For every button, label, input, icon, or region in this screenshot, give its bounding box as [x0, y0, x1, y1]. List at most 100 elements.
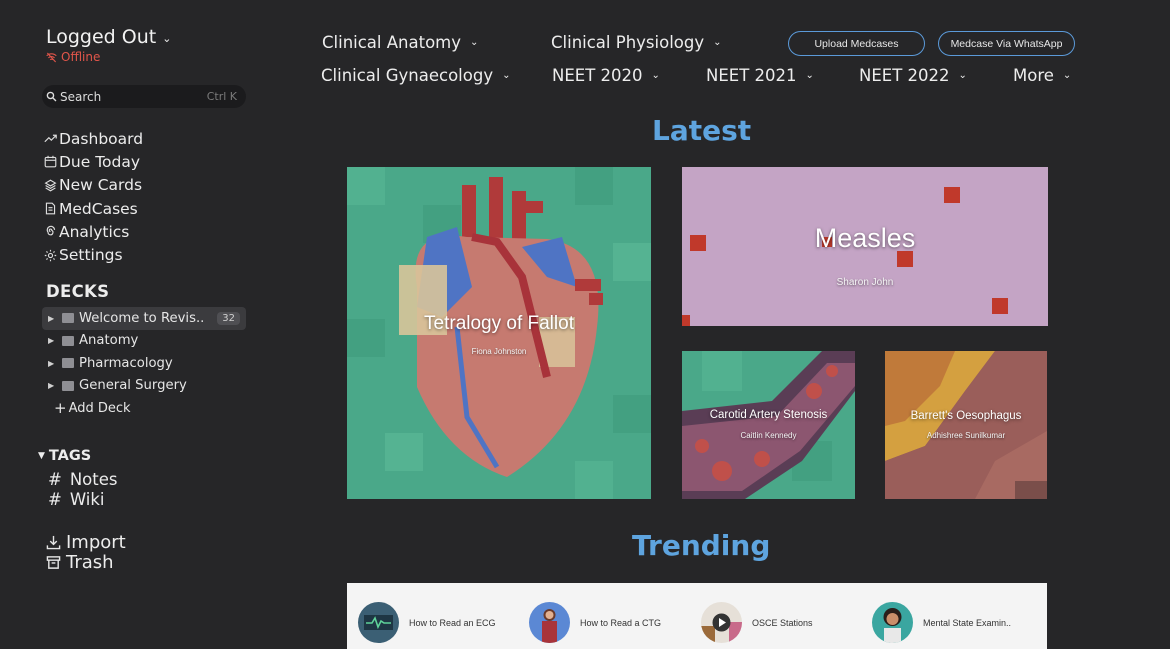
- folder-icon: [62, 380, 74, 391]
- deck-item-general-surgery[interactable]: ▶ General Surgery: [42, 375, 246, 398]
- ecg-icon: [364, 615, 393, 630]
- trending-item-osce[interactable]: OSCE Stations: [701, 602, 813, 643]
- deck-item-anatomy[interactable]: ▶ Anatomy: [42, 330, 246, 353]
- tag-item-notes[interactable]: # Notes: [48, 470, 117, 490]
- menu-clinical-physiology[interactable]: Clinical Physiology ⌄: [551, 33, 722, 52]
- trending-label: How to Read an ECG: [409, 617, 496, 628]
- menu-label: NEET 2021: [706, 66, 797, 85]
- latest-heading: Latest: [652, 114, 752, 147]
- trending-label: How to Read a CTG: [580, 617, 662, 628]
- chevron-down-icon: ⌄: [651, 70, 660, 81]
- tag-label: Notes: [69, 470, 118, 489]
- document-icon: [45, 202, 56, 215]
- chevron-down-icon: ⌄: [502, 70, 511, 81]
- card-author: Sharon John: [836, 277, 894, 288]
- nav-label: Settings: [59, 246, 123, 265]
- deck-item-pharmacology[interactable]: ▶ Pharmacology: [42, 352, 246, 375]
- nav-due-today[interactable]: Due Today: [44, 150, 143, 173]
- expand-triangle-icon[interactable]: ▶: [48, 314, 62, 323]
- card-title: Measles: [814, 223, 916, 253]
- wifi-off-icon: [46, 52, 57, 62]
- oesophagus-illustration: [885, 351, 1047, 499]
- connection-status: Offline: [46, 50, 171, 64]
- medcase-card-barretts[interactable]: Barrett's Oesophagus Adhishree Sunilkuma…: [885, 351, 1047, 499]
- card-author: Adhishree Sunilkumar: [926, 431, 1006, 440]
- deck-count-badge: 32: [217, 311, 240, 325]
- add-deck-button[interactable]: + Add Deck: [42, 397, 246, 419]
- nav-label: MedCases: [59, 199, 138, 218]
- medcase-card-tetralogy[interactable]: Tetralogy of Fallot Fiona Johnston: [347, 167, 651, 499]
- menu-neet-2020[interactable]: NEET 2020 ⌄: [552, 66, 660, 85]
- trending-item-ctg[interactable]: How to Read a CTG: [529, 602, 661, 643]
- gear-icon: [44, 249, 57, 261]
- ecg-avatar: [358, 602, 399, 643]
- nav-label: Due Today: [59, 152, 141, 171]
- nav-medcases[interactable]: MedCases: [44, 197, 143, 220]
- trash-button[interactable]: Trash: [46, 552, 126, 574]
- layers-icon: [44, 179, 57, 192]
- folder-icon: [62, 313, 74, 324]
- sidebar: Logged Out ⌄ Offline Search Ctrl K Dashb…: [0, 0, 262, 649]
- spiral-icon: [46, 226, 56, 236]
- chevron-down-icon: ⌄: [713, 37, 722, 48]
- upload-medcases-button[interactable]: Upload Medcases: [788, 31, 925, 56]
- menu-clinical-anatomy[interactable]: Clinical Anatomy ⌄: [322, 33, 478, 52]
- deck-label: General Surgery: [79, 378, 187, 394]
- nav-label: New Cards: [59, 176, 143, 195]
- trending-strip: How to Read an ECG How to Read a CTG OSC…: [347, 583, 1047, 649]
- account-name: Logged Out: [46, 26, 157, 48]
- expand-triangle-icon[interactable]: ▶: [48, 381, 62, 390]
- menu-label: Clinical Gynaecology: [321, 66, 494, 85]
- nav-dashboard[interactable]: Dashboard: [44, 127, 143, 150]
- tag-item-wiki[interactable]: # Wiki: [48, 490, 117, 510]
- medcase-card-measles[interactable]: Measles Sharon John: [682, 167, 1048, 326]
- account-block: Logged Out ⌄ Offline: [46, 26, 171, 64]
- account-menu[interactable]: Logged Out ⌄: [46, 26, 171, 48]
- expand-triangle-icon[interactable]: ▶: [48, 336, 62, 345]
- nav-analytics[interactable]: Analytics: [44, 220, 143, 243]
- menu-neet-2021[interactable]: NEET 2021 ⌄: [706, 66, 814, 85]
- ctg-avatar: [529, 602, 570, 643]
- nav-settings[interactable]: Settings: [44, 243, 143, 266]
- search-label: Search: [60, 89, 102, 104]
- trending-item-ecg[interactable]: How to Read an ECG: [358, 602, 496, 643]
- person-icon: [883, 608, 902, 643]
- menu-clinical-gynaecology[interactable]: Clinical Gynaecology ⌄: [321, 66, 511, 85]
- deck-label: Pharmacology: [79, 355, 173, 371]
- chevron-down-icon: ⌄: [805, 70, 814, 81]
- medcase-card-carotid[interactable]: Carotid Artery Stenosis Caitlin Kennedy: [682, 351, 855, 499]
- search-shortcut: Ctrl K: [206, 90, 237, 103]
- menu-more[interactable]: More ⌄: [1013, 66, 1071, 85]
- card-title: Carotid Artery Stenosis: [709, 409, 828, 421]
- menu-label: More: [1013, 66, 1054, 85]
- tags-heading: TAGS: [48, 448, 92, 464]
- trash-icon: [46, 556, 61, 570]
- deck-label: Welcome to Revis..: [79, 310, 205, 326]
- search-icon: [46, 91, 57, 102]
- collapse-triangle-icon: ▼: [38, 451, 45, 461]
- medcase-whatsapp-button[interactable]: Medcase Via WhatsApp: [938, 31, 1075, 56]
- offline-label: Offline: [61, 50, 101, 64]
- nav-new-cards[interactable]: New Cards: [44, 174, 143, 197]
- add-deck-label: Add Deck: [68, 400, 131, 416]
- expand-triangle-icon[interactable]: ▶: [48, 359, 62, 368]
- osce-avatar: [701, 602, 742, 643]
- trending-heading: Trending: [632, 529, 771, 562]
- import-button[interactable]: Import: [46, 532, 126, 553]
- trash-label: Trash: [66, 552, 114, 574]
- trending-label: Mental State Examin..: [923, 617, 1012, 628]
- trend-icon: [44, 134, 57, 143]
- trending-item-mental-state[interactable]: Mental State Examin..: [872, 602, 1011, 643]
- tags-toggle[interactable]: ▼ TAGS: [38, 448, 91, 464]
- menu-neet-2022[interactable]: NEET 2022 ⌄: [859, 66, 967, 85]
- import-label: Import: [66, 531, 126, 553]
- play-icon: [701, 613, 742, 643]
- card-author: Caitlin Kennedy: [740, 431, 797, 440]
- hash-icon: #: [48, 470, 62, 489]
- search-input[interactable]: Search Ctrl K: [42, 85, 246, 108]
- nav-label: Dashboard: [59, 129, 144, 148]
- folder-icon: [62, 335, 74, 346]
- deck-item-welcome[interactable]: ▶ Welcome to Revis.. 32: [42, 307, 246, 330]
- chevron-down-icon: ⌄: [470, 37, 479, 48]
- deck-list: ▶ Welcome to Revis.. 32 ▶ Anatomy ▶ Phar…: [42, 307, 246, 419]
